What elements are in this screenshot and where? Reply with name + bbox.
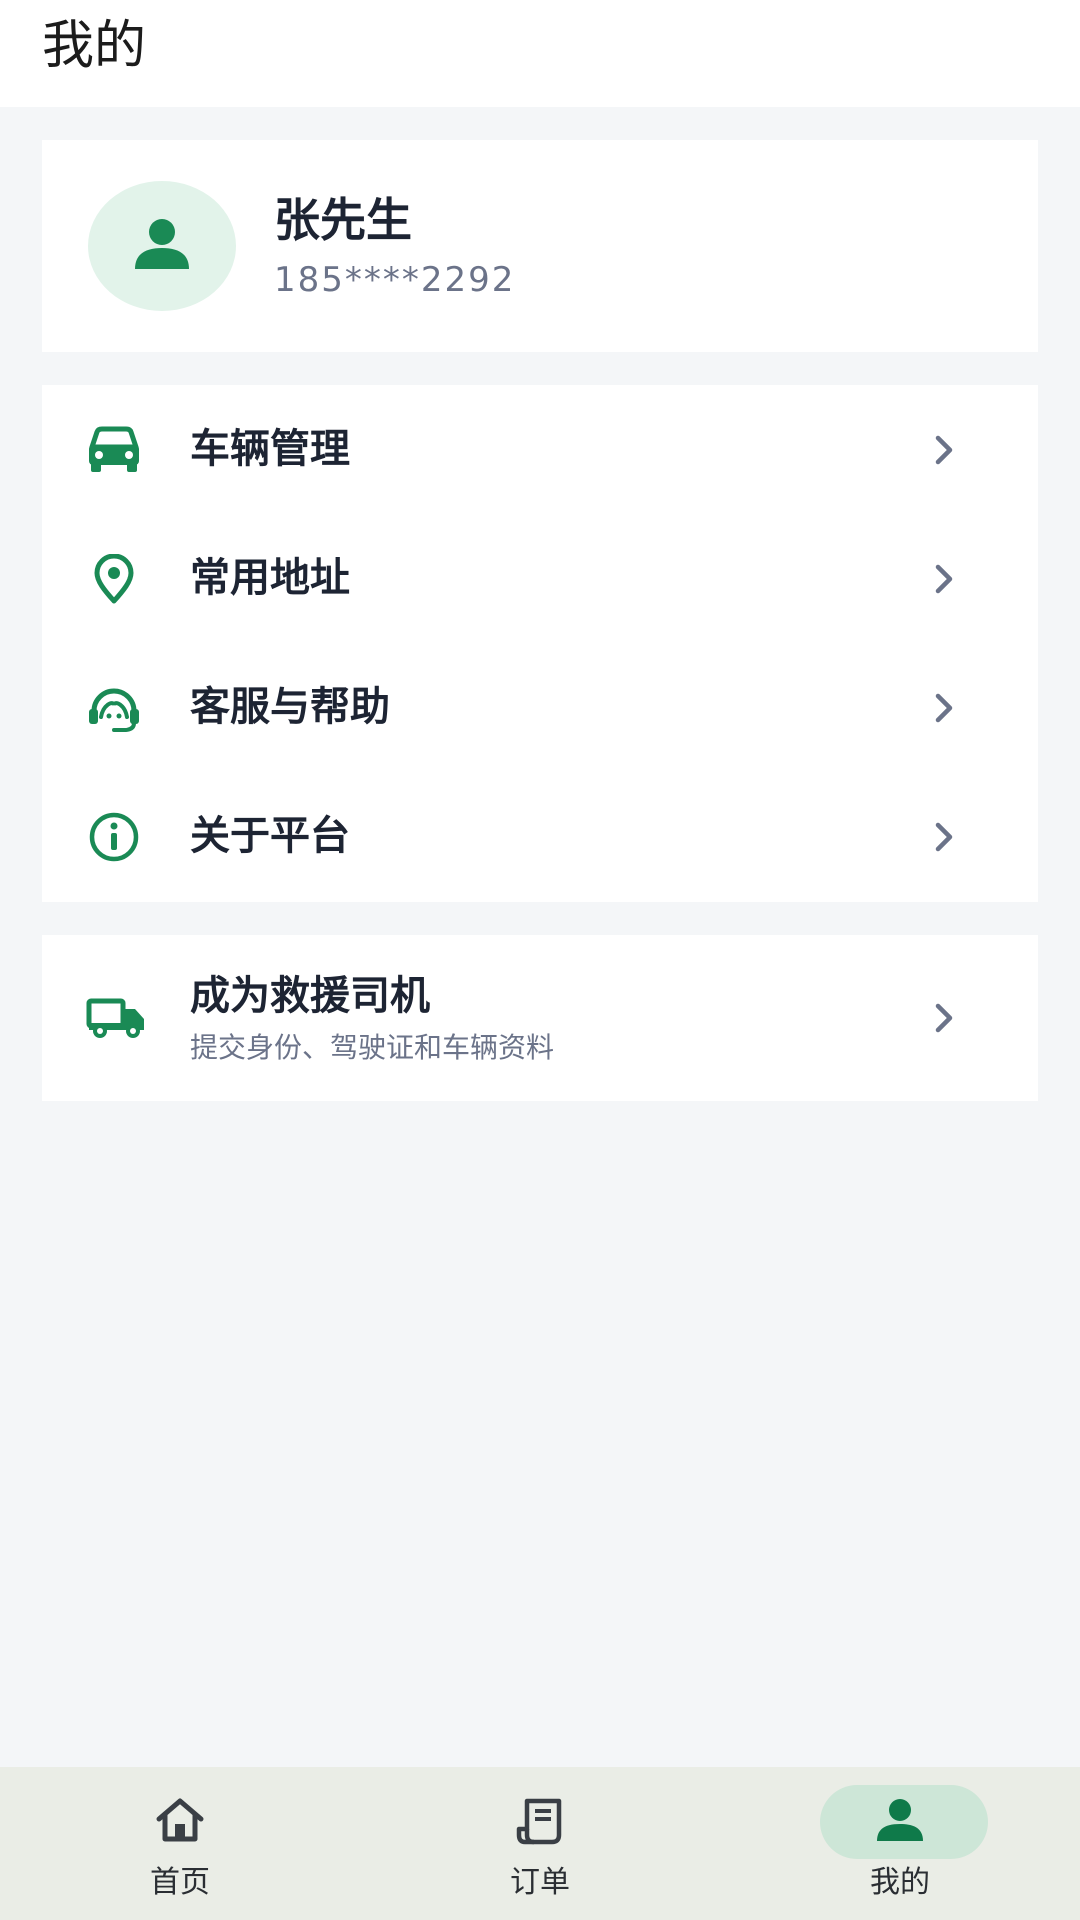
- menu-item-vehicle-management[interactable]: 车辆管理: [42, 385, 1038, 514]
- become-driver-subtitle: 提交身份、驾驶证和车辆资料: [190, 1031, 555, 1064]
- profile-card[interactable]: 张先生 185****2292: [42, 140, 1038, 352]
- menu-item-about-platform[interactable]: 关于平台: [42, 772, 1038, 901]
- page-title: 我的: [42, 16, 147, 76]
- person-icon: [877, 1799, 923, 1841]
- person-icon: [135, 219, 189, 269]
- menu-item-label: 客服与帮助: [190, 684, 390, 730]
- car-icon: [89, 426, 139, 472]
- menu-item-label: 常用地址: [190, 555, 350, 601]
- nav-tab-label: 首页: [150, 1865, 210, 1900]
- become-driver-card[interactable]: 成为救援司机 提交身份、驾驶证和车辆资料: [42, 935, 1038, 1101]
- menu-item-common-addresses[interactable]: 常用地址: [42, 514, 1038, 643]
- nav-tab-label: 我的: [870, 1865, 930, 1900]
- nav-tab-mine[interactable]: 我的: [720, 1767, 1080, 1920]
- bottom-navigation: 首页 订单 我的: [0, 1767, 1080, 1920]
- nav-tab-orders[interactable]: 订单: [360, 1767, 720, 1920]
- page-header: 我的: [0, 0, 1080, 107]
- chevron-right-icon: [935, 435, 953, 465]
- become-driver-title: 成为救援司机: [190, 973, 430, 1019]
- chevron-right-icon: [935, 822, 953, 852]
- home-icon: [156, 1798, 204, 1842]
- chevron-right-icon: [935, 693, 953, 723]
- info-icon: [89, 812, 139, 862]
- truck-icon: [86, 998, 144, 1038]
- menu-card: 车辆管理 常用地址 客服与帮助 关于平台: [42, 385, 1038, 902]
- nav-tab-home[interactable]: 首页: [0, 1767, 360, 1920]
- menu-item-label: 车辆管理: [190, 426, 350, 472]
- profile-name: 张先生: [274, 193, 412, 247]
- nav-tab-label: 订单: [510, 1865, 570, 1900]
- location-pin-icon: [94, 554, 134, 604]
- app-screen: 我的 张先生 185****2292 车辆管理 常用地址 客服与帮助 关于平台 …: [0, 0, 1080, 1920]
- receipt-icon: [516, 1798, 562, 1845]
- profile-phone: 185****2292: [274, 260, 516, 300]
- avatar: [88, 181, 236, 311]
- menu-item-customer-service[interactable]: 客服与帮助: [42, 643, 1038, 772]
- chevron-right-icon: [935, 564, 953, 594]
- chevron-right-icon: [935, 1003, 953, 1033]
- headset-icon: [89, 688, 139, 732]
- menu-item-label: 关于平台: [190, 813, 350, 859]
